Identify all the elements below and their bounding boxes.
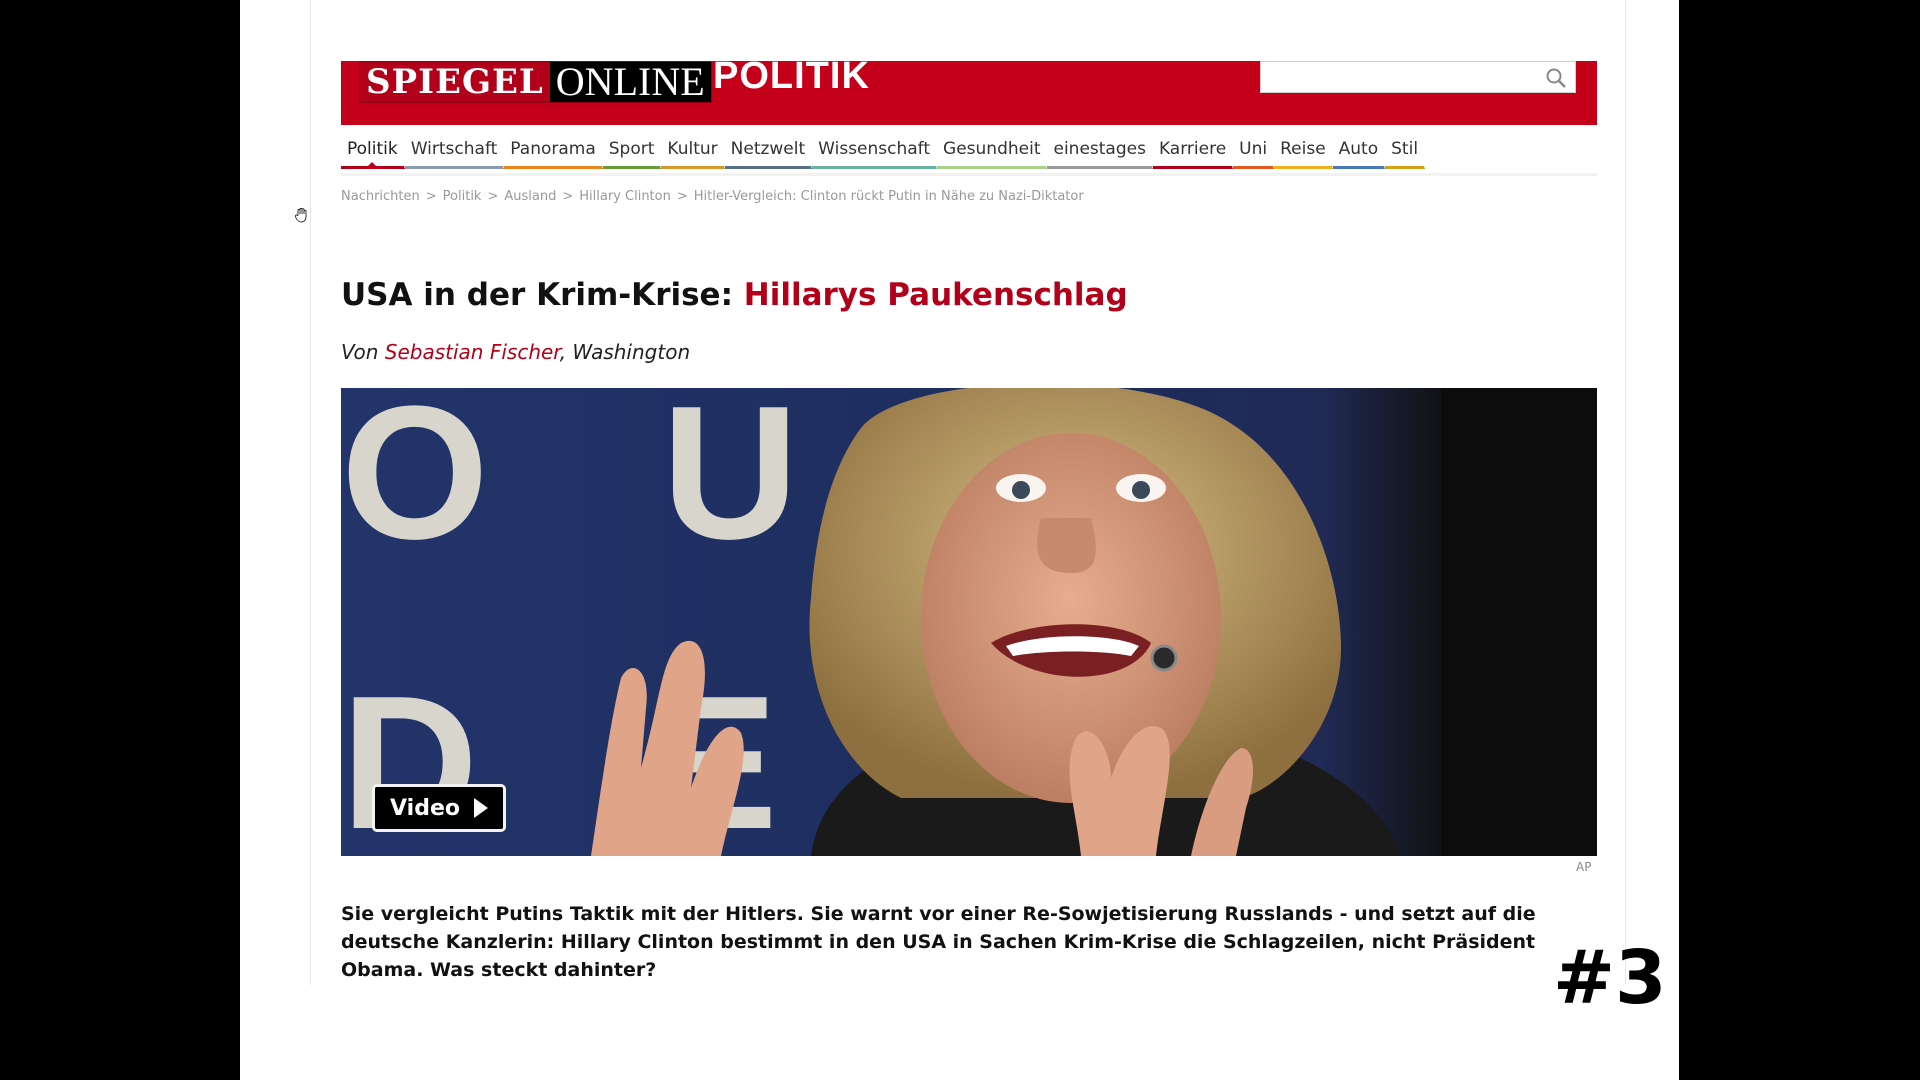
nav-item-wirtschaft[interactable]: Wirtschaft [404, 135, 505, 169]
logo-spiegel: SPIEGEL [360, 62, 550, 102]
slide-number: #3 [1553, 935, 1667, 1021]
nav-item-stil[interactable]: Stil [1385, 135, 1426, 169]
breadcrumb-link[interactable]: Politik [443, 189, 482, 204]
headline-main: Hillarys Paukenschlag [743, 277, 1128, 313]
nav-item-karriere[interactable]: Karriere [1152, 135, 1234, 169]
breadcrumb-separator: > [676, 189, 688, 204]
photo-credit: AP [1576, 860, 1592, 874]
hillary-clinton-photo: O U C D E [341, 388, 1597, 856]
breadcrumb-link[interactable]: Nachrichten [341, 189, 420, 204]
breadcrumb-link[interactable]: Ausland [504, 189, 556, 204]
nav-item-sport[interactable]: Sport [602, 135, 662, 169]
nav-item-politik[interactable]: Politik [341, 135, 405, 169]
nav-item-auto[interactable]: Auto [1332, 135, 1386, 169]
nav-item-reise[interactable]: Reise [1274, 135, 1333, 169]
breadcrumb-link[interactable]: Hitler-Vergleich: Clinton rückt Putin in… [694, 189, 1084, 204]
byline: Von Sebastian Fischer, Washington [341, 340, 690, 364]
main-navigation: Politik Wirtschaft Panorama Sport Kultur Netz… [341, 135, 1597, 176]
search-icon[interactable] [1545, 67, 1567, 89]
nav-item-kultur[interactable]: Kultur [661, 135, 725, 169]
logo-online: ONLINE [549, 62, 711, 102]
headline-prefix: USA in der Krim-Krise: [341, 277, 744, 313]
nav-item-panorama[interactable]: Panorama [504, 135, 603, 169]
article-intro: Sie vergleicht Putins Taktik mit der Hit… [341, 903, 1536, 981]
nav-item-gesundheit[interactable]: Gesundheit [937, 135, 1048, 169]
spiegel-online-logo[interactable]: SPIEGEL ONLINE [359, 61, 712, 103]
breadcrumb-link[interactable]: Hillary Clinton [579, 189, 671, 204]
slide: SPIEGEL ONLINE POLITIK Politik Wirtschaft… [240, 0, 1679, 1080]
section-title[interactable]: POLITIK [713, 57, 870, 95]
breadcrumb-separator: > [562, 189, 574, 204]
video-button[interactable]: Video [372, 784, 506, 832]
nav-item-netzwelt[interactable]: Netzwelt [724, 135, 813, 169]
byline-von: Von [341, 340, 385, 364]
search-input[interactable] [1260, 61, 1576, 93]
web-page: SPIEGEL ONLINE POLITIK Politik Wirtschaft… [310, 0, 1626, 985]
site-header: SPIEGEL ONLINE POLITIK [341, 57, 1597, 125]
article-headline: USA in der Krim-Krise: Hillarys Paukensc… [341, 277, 1128, 313]
breadcrumb-separator: > [425, 189, 437, 204]
nav-item-wissenschaft[interactable]: Wissenschaft [812, 135, 938, 169]
breadcrumb: Nachrichten > Politik > Ausland > Hillary Clin… [341, 189, 1090, 204]
nav-item-uni[interactable]: Uni [1233, 135, 1275, 169]
author-link[interactable]: Sebastian Fischer [385, 340, 560, 364]
breadcrumb-separator: > [487, 189, 499, 204]
active-tab-caret-icon [365, 162, 380, 169]
article-photo[interactable]: O U C D E Video [341, 388, 1597, 856]
play-icon [473, 798, 488, 818]
video-label: Video [390, 795, 460, 821]
hand-cursor-icon [295, 207, 307, 223]
nav-item-einestages[interactable]: einestages [1047, 135, 1153, 169]
byline-place: , Washington [559, 340, 691, 364]
